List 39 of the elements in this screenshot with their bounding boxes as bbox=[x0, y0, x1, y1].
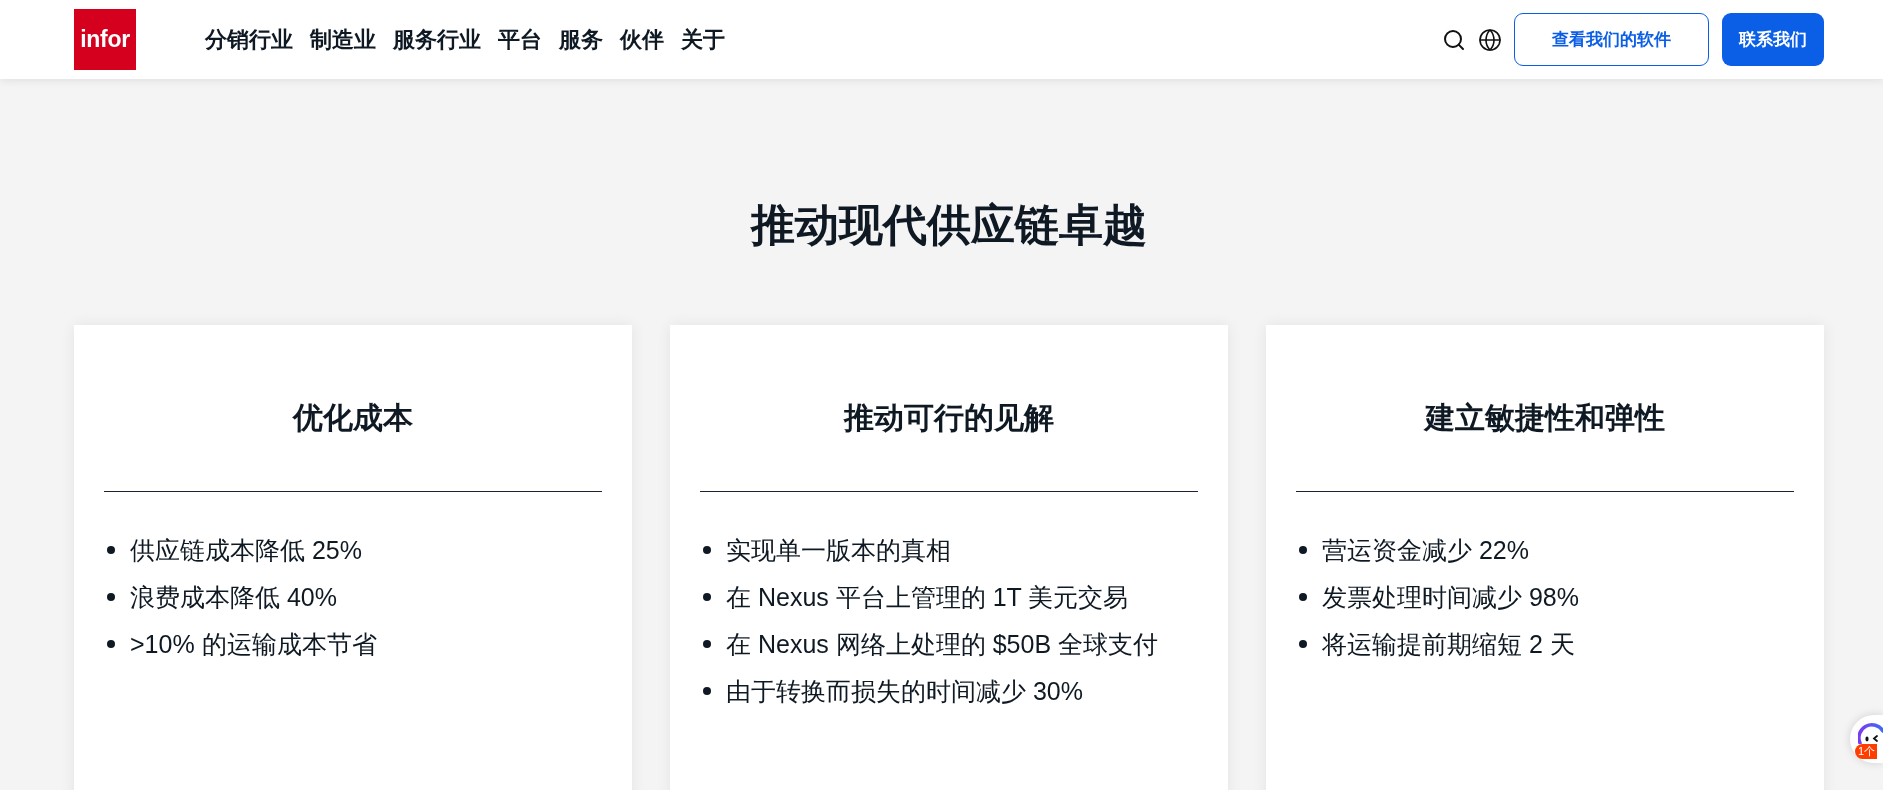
notification-badge: 1个 bbox=[1855, 744, 1878, 759]
bullet-icon bbox=[703, 687, 711, 695]
bullet-icon bbox=[1299, 546, 1307, 554]
nav-link[interactable]: 平台 bbox=[498, 24, 542, 55]
search-icon[interactable] bbox=[1442, 27, 1466, 52]
list-item-text: 实现单一版本的真相 bbox=[726, 535, 951, 566]
nav-link[interactable]: 分销行业 bbox=[205, 24, 293, 55]
card-title: 优化成本 bbox=[291, 400, 414, 436]
bullet-icon bbox=[107, 546, 115, 554]
bullet-icon bbox=[703, 640, 711, 648]
list-item-text: 发票处理时间减少 98% bbox=[1322, 582, 1579, 613]
list-item-text: 在 Nexus 平台上管理的 1T 美元交易 bbox=[726, 582, 1129, 613]
contact-button[interactable]: 联系我们 bbox=[1722, 13, 1824, 66]
bullet-icon bbox=[1299, 640, 1307, 648]
list-item-text: 由于转换而损失的时间减少 30% bbox=[726, 676, 1083, 707]
bullet-icon bbox=[1299, 593, 1307, 601]
list-item-text: 将运输提前期缩短 2 天 bbox=[1322, 629, 1575, 660]
nav-link[interactable]: 关于 bbox=[681, 24, 725, 55]
nav-link[interactable]: 制造业 bbox=[310, 24, 376, 55]
bullet-icon bbox=[703, 593, 711, 601]
list-item-text: >10% 的运输成本节省 bbox=[130, 629, 377, 660]
list-item-text: 营运资金减少 22% bbox=[1322, 535, 1529, 566]
bullet-icon bbox=[107, 593, 115, 601]
section-title: 推动现代供应链卓越 bbox=[749, 199, 1148, 251]
bullet-icon bbox=[703, 546, 711, 554]
list-item-text: 供应链成本降低 25% bbox=[130, 535, 362, 566]
nav-link[interactable]: 伙伴 bbox=[620, 24, 664, 55]
list-item-text: 浪费成本降低 40% bbox=[130, 582, 337, 613]
chat-widget[interactable]: 1个 bbox=[1850, 715, 1883, 763]
nav-link[interactable]: 服务 bbox=[559, 24, 603, 55]
list-item-text: 在 Nexus 网络上处理的 $50B 全球支付 bbox=[726, 629, 1159, 660]
globe-icon[interactable] bbox=[1478, 27, 1502, 52]
logo[interactable]: infor bbox=[74, 9, 136, 70]
card-title: 建立敏捷性和弹性 bbox=[1422, 400, 1666, 436]
bullet-icon bbox=[107, 640, 115, 648]
card-title: 推动可行的见解 bbox=[842, 400, 1055, 436]
face-icon bbox=[1858, 722, 1883, 744]
software-button[interactable]: 查看我们的软件 bbox=[1514, 13, 1709, 66]
nav-link[interactable]: 服务行业 bbox=[393, 24, 481, 55]
